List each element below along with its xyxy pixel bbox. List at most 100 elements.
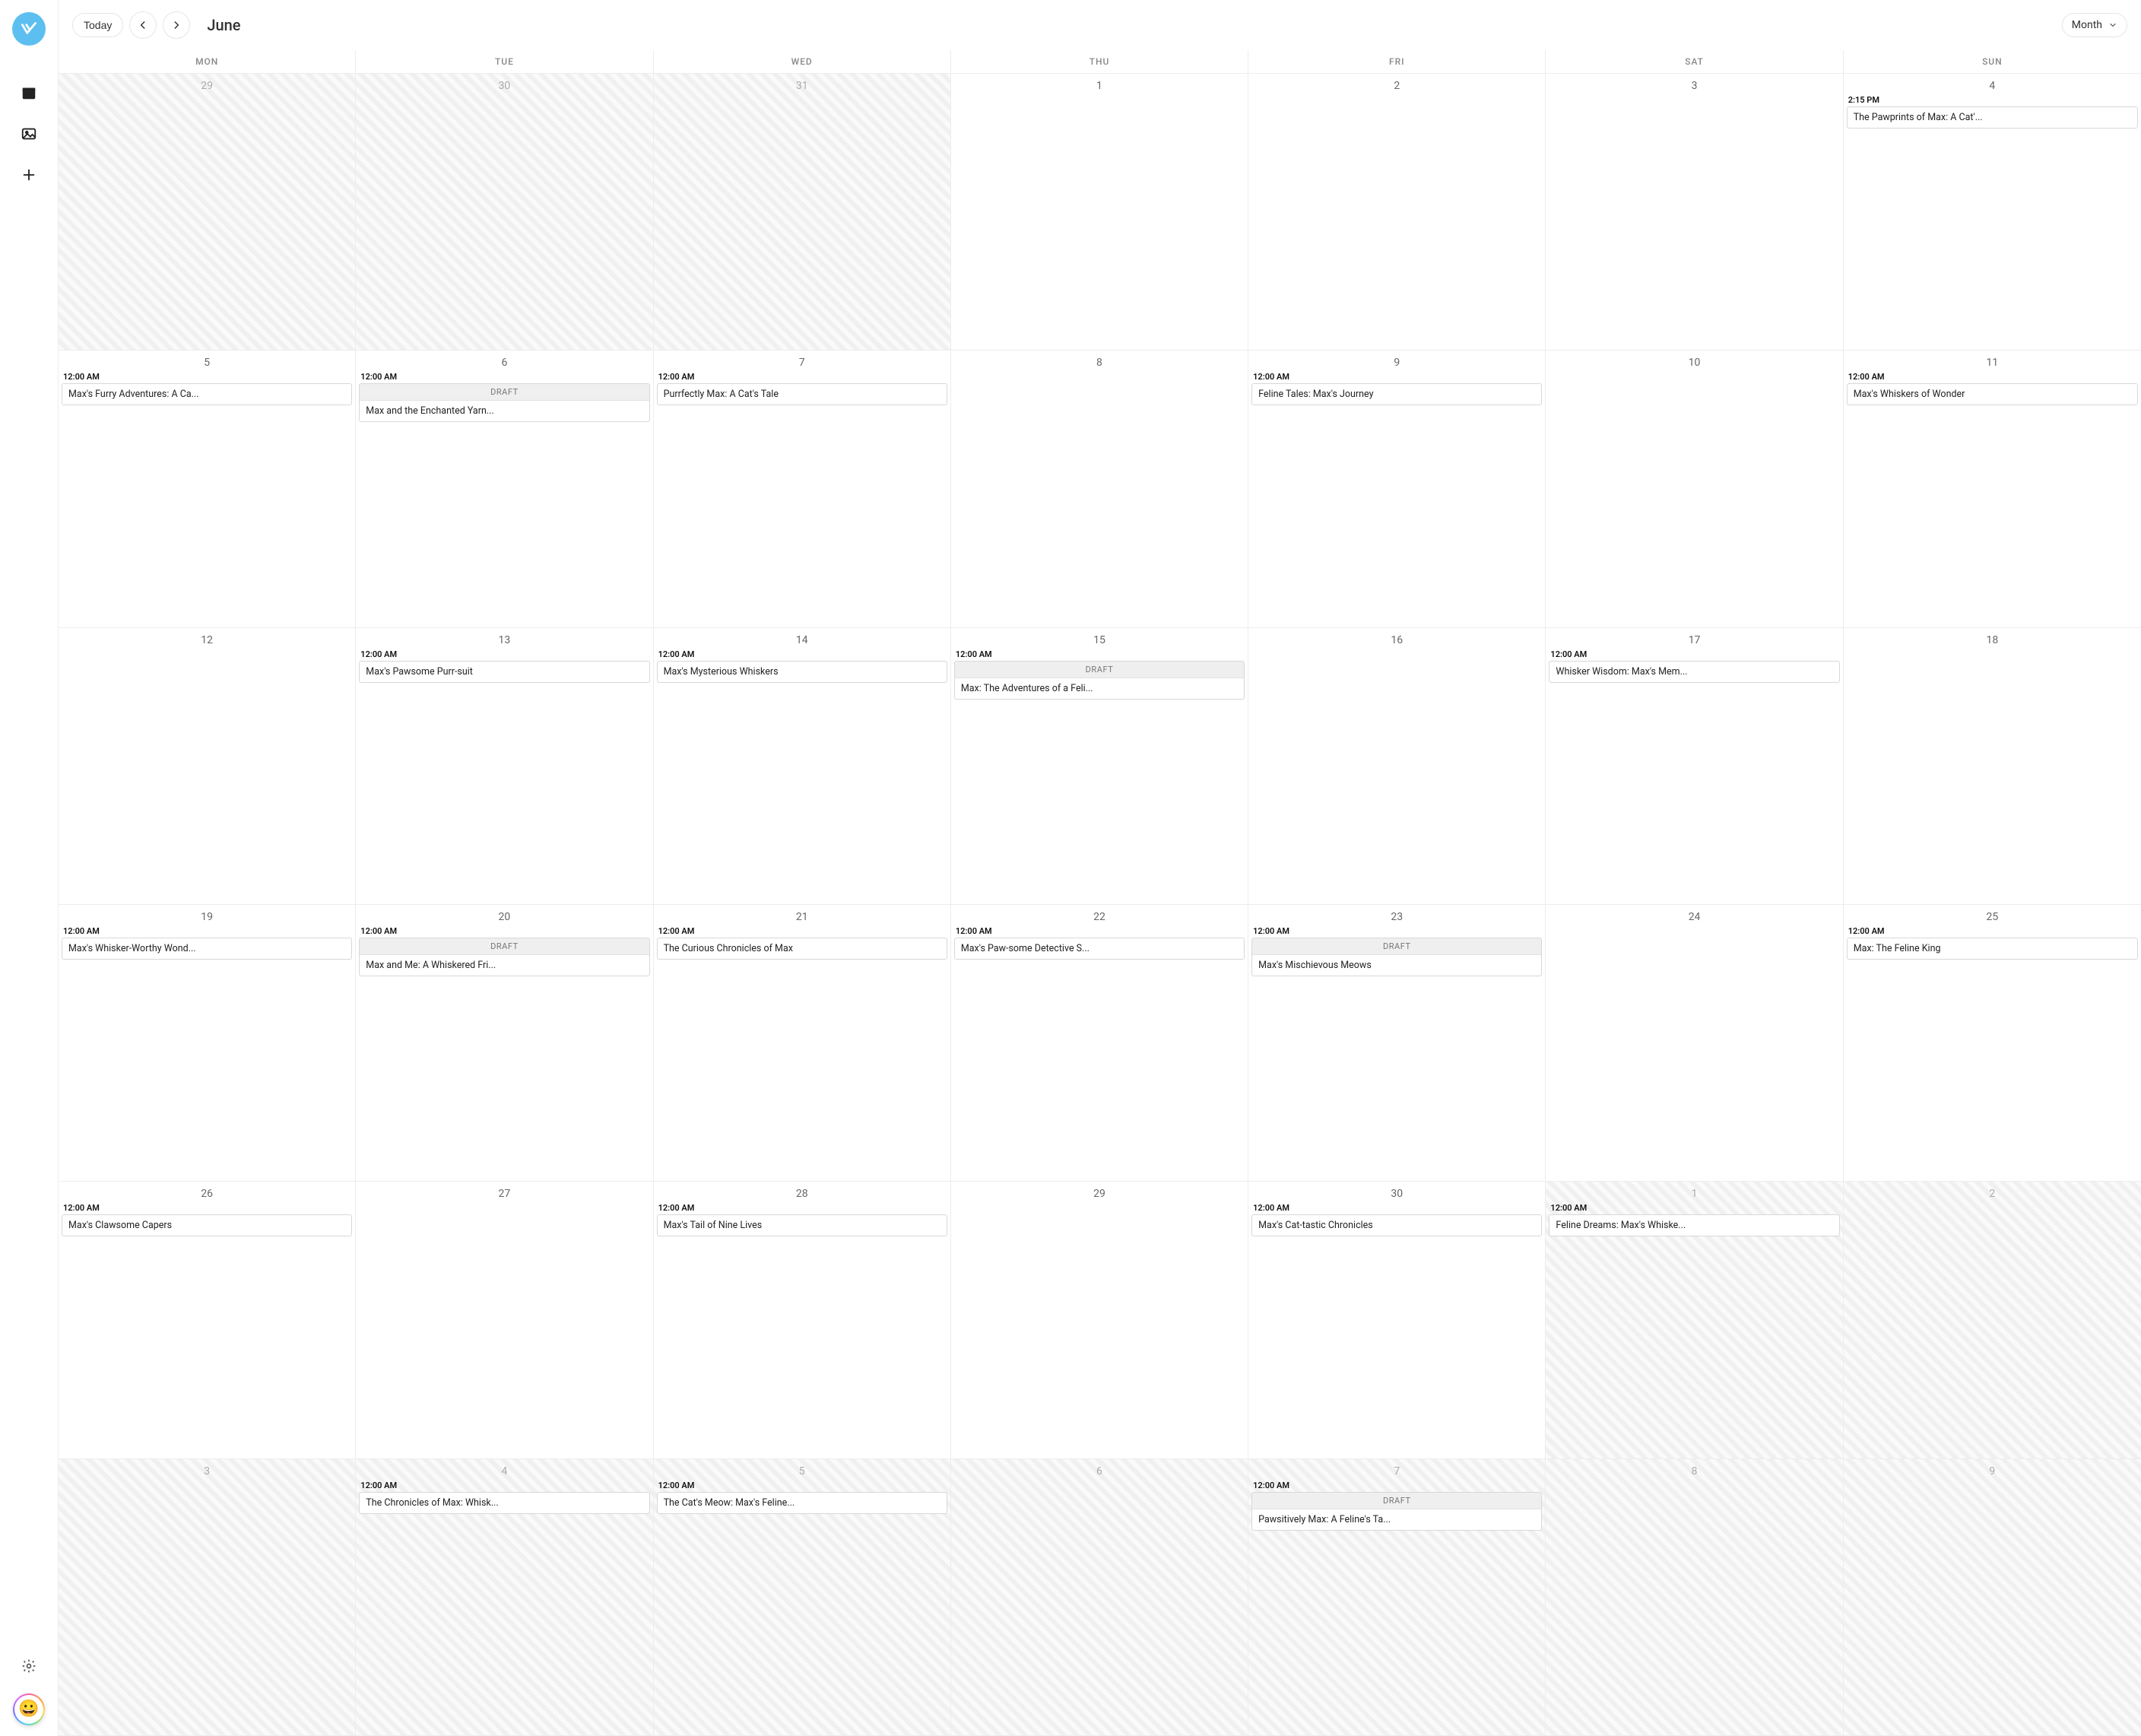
calendar-cell[interactable]: 512:00 AMThe Cat's Meow: Max's Feline...	[654, 1459, 951, 1736]
date-number: 30	[359, 77, 649, 94]
calendar-event[interactable]: The Pawprints of Max: A Cat'...	[1847, 106, 2138, 129]
calendar-event[interactable]: Max's Whisker-Worthy Wond...	[62, 938, 352, 960]
calendar-cell[interactable]: 612:00 AMDRAFTMax and the Enchanted Yarn…	[356, 351, 653, 627]
calendar-cell[interactable]: 29	[59, 74, 356, 351]
calendar-cell[interactable]: 1112:00 AMMax's Whiskers of Wonder	[1844, 351, 2141, 627]
calendar-cell[interactable]: 3	[59, 1459, 356, 1736]
event-time: 12:00 AM	[62, 1203, 352, 1213]
calendar-cell[interactable]: 2812:00 AMMax's Tail of Nine Lives	[654, 1182, 951, 1458]
calendar-cell[interactable]: 712:00 AMDRAFTPawsitively Max: A Feline'…	[1248, 1459, 1546, 1736]
calendar-cell[interactable]: 8	[1546, 1459, 1843, 1736]
event-time: 12:00 AM	[1847, 926, 2138, 936]
event-time: 12:00 AM	[1251, 926, 1542, 936]
today-button[interactable]: Today	[72, 13, 123, 37]
date-number: 8	[954, 354, 1245, 370]
date-number: 2	[1251, 77, 1542, 94]
calendar-cell[interactable]: 6	[951, 1459, 1248, 1736]
calendar-cell[interactable]: 1512:00 AMDRAFTMax: The Adventures of a …	[951, 628, 1248, 905]
calendar-event[interactable]: DRAFTMax: The Adventures of a Feli...	[954, 661, 1245, 700]
calendar-event[interactable]: Max's Paw-some Detective S...	[954, 938, 1245, 960]
calendar-cell[interactable]: 712:00 AMPurrfectly Max: A Cat's Tale	[654, 351, 951, 627]
calendar-cell[interactable]: 27	[356, 1182, 653, 1458]
date-number: 3	[62, 1462, 352, 1479]
date-number: 19	[62, 908, 352, 925]
calendar-cell[interactable]: 912:00 AMFeline Tales: Max's Journey	[1248, 351, 1546, 627]
calendar-event[interactable]: Max's Cat-tastic Chronicles	[1251, 1214, 1542, 1236]
calendar-cell[interactable]: 2212:00 AMMax's Paw-some Detective S...	[951, 905, 1248, 1182]
event-time: 12:00 AM	[1251, 1481, 1542, 1490]
calendar-cell[interactable]: 12	[59, 628, 356, 905]
calendar-cell[interactable]: 1412:00 AMMax's Mysterious Whiskers	[654, 628, 951, 905]
event-draft-badge: DRAFT	[1252, 938, 1541, 955]
calendar-event[interactable]: DRAFTMax and the Enchanted Yarn...	[359, 383, 649, 422]
calendar-cell[interactable]: 2	[1248, 74, 1546, 351]
date-number: 4	[359, 1462, 649, 1479]
event-title: Max: The Adventures of a Feli...	[955, 678, 1244, 699]
calendar-cell[interactable]: 10	[1546, 351, 1843, 627]
calendar-event[interactable]: Max's Mysterious Whiskers	[657, 661, 947, 683]
event-title: The Cat's Meow: Max's Feline...	[658, 1493, 947, 1513]
nav-add-icon[interactable]	[12, 158, 46, 192]
day-header-cell: TUE	[356, 50, 653, 73]
calendar-cell[interactable]: 31	[654, 74, 951, 351]
calendar-cell[interactable]: 2012:00 AMDRAFTMax and Me: A Whiskered F…	[356, 905, 653, 1182]
calendar-cell[interactable]: 1712:00 AMWhisker Wisdom: Max's Mem...	[1546, 628, 1843, 905]
date-number: 28	[657, 1185, 947, 1201]
calendar-cell[interactable]: 18	[1844, 628, 2141, 905]
calendar-cell[interactable]: 2512:00 AMMax: The Feline King	[1844, 905, 2141, 1182]
day-header-cell: FRI	[1248, 50, 1546, 73]
calendar-event[interactable]: Max's Furry Adventures: A Ca...	[62, 383, 352, 405]
calendar-event[interactable]: Feline Dreams: Max's Whiske...	[1549, 1214, 1839, 1236]
calendar-cell[interactable]: 2112:00 AMThe Curious Chronicles of Max	[654, 905, 951, 1182]
date-number: 14	[657, 631, 947, 648]
calendar-event[interactable]: Max's Clawsome Capers	[62, 1214, 352, 1236]
calendar-cell[interactable]: 3012:00 AMMax's Cat-tastic Chronicles	[1248, 1182, 1546, 1458]
calendar-cell[interactable]: 412:00 AMThe Chronicles of Max: Whisk...	[356, 1459, 653, 1736]
calendar-cell[interactable]: 8	[951, 351, 1248, 627]
app-logo[interactable]	[12, 12, 46, 46]
view-select[interactable]: Month	[2062, 13, 2127, 37]
calendar-cell[interactable]: 42:15 PMThe Pawprints of Max: A Cat'...	[1844, 74, 2141, 351]
next-button[interactable]	[163, 11, 190, 39]
calendar-event[interactable]: Feline Tales: Max's Journey	[1251, 383, 1542, 405]
calendar-cell[interactable]: 2612:00 AMMax's Clawsome Capers	[59, 1182, 356, 1458]
nav-image-icon[interactable]	[12, 117, 46, 151]
calendar-event[interactable]: The Chronicles of Max: Whisk...	[359, 1492, 649, 1514]
calendar-event[interactable]: The Curious Chronicles of Max	[657, 938, 947, 960]
event-title: Pawsitively Max: A Feline's Ta...	[1252, 1509, 1541, 1530]
calendar-cell[interactable]: 29	[951, 1182, 1248, 1458]
calendar-event[interactable]: Purrfectly Max: A Cat's Tale	[657, 383, 947, 405]
event-time: 12:00 AM	[657, 1481, 947, 1490]
calendar-cell[interactable]: 112:00 AMFeline Dreams: Max's Whiske...	[1546, 1182, 1843, 1458]
calendar-event[interactable]: DRAFTPawsitively Max: A Feline's Ta...	[1251, 1492, 1542, 1531]
nav-calendar-icon[interactable]	[12, 76, 46, 109]
calendar-event[interactable]: DRAFTMax's Mischievous Meows	[1251, 938, 1542, 976]
date-number: 29	[954, 1185, 1245, 1201]
event-title: Max's Whiskers of Wonder	[1848, 384, 2137, 405]
event-time: 12:00 AM	[1251, 1203, 1542, 1213]
prev-button[interactable]	[129, 11, 157, 39]
event-time: 12:00 AM	[657, 926, 947, 936]
calendar-event[interactable]: Max: The Feline King	[1847, 938, 2138, 960]
calendar-event[interactable]: DRAFTMax and Me: A Whiskered Fri...	[359, 938, 649, 976]
calendar-cell[interactable]: 24	[1546, 905, 1843, 1182]
event-title: Max's Mischievous Meows	[1252, 955, 1541, 976]
calendar-event[interactable]: The Cat's Meow: Max's Feline...	[657, 1492, 947, 1514]
calendar-event[interactable]: Max's Pawsome Purr-suit	[359, 661, 649, 683]
calendar-event[interactable]: Max's Tail of Nine Lives	[657, 1214, 947, 1236]
calendar-cell[interactable]: 1312:00 AMMax's Pawsome Purr-suit	[356, 628, 653, 905]
feedback-emoji-button[interactable]: 😀	[13, 1693, 45, 1725]
calendar-cell[interactable]: 2312:00 AMDRAFTMax's Mischievous Meows	[1248, 905, 1546, 1182]
settings-icon[interactable]	[12, 1649, 46, 1683]
calendar-cell[interactable]: 2	[1844, 1182, 2141, 1458]
calendar-cell[interactable]: 512:00 AMMax's Furry Adventures: A Ca...	[59, 351, 356, 627]
calendar-cell[interactable]: 16	[1248, 628, 1546, 905]
calendar-event[interactable]: Max's Whiskers of Wonder	[1847, 383, 2138, 405]
calendar-cell[interactable]: 9	[1844, 1459, 2141, 1736]
calendar-cell[interactable]: 3	[1546, 74, 1843, 351]
calendar-cell[interactable]: 30	[356, 74, 653, 351]
calendar-cell[interactable]: 1	[951, 74, 1248, 351]
calendar-event[interactable]: Whisker Wisdom: Max's Mem...	[1549, 661, 1839, 683]
day-header-cell: THU	[951, 50, 1248, 73]
calendar-cell[interactable]: 1912:00 AMMax's Whisker-Worthy Wond...	[59, 905, 356, 1182]
